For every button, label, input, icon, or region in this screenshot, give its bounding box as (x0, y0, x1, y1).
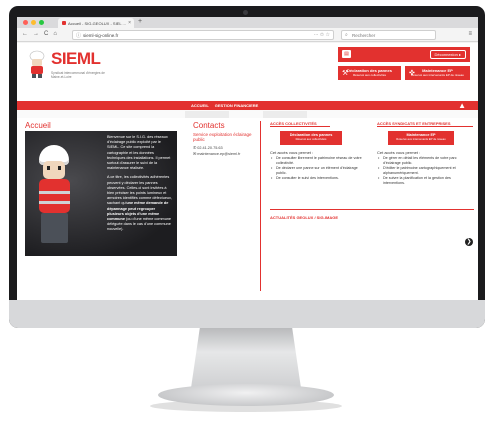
monitor-camera (243, 10, 248, 15)
contacts-phone[interactable]: 02.41.20.75.63 (197, 146, 222, 150)
header-maintenance-button[interactable]: ✜ Maintenance EP Réservé aux intervenant… (405, 66, 470, 80)
mockup-stage: Accueil - SIG-GEOLUX - SIEL ... × + ← → … (0, 0, 492, 427)
accueil-paragraph-2: A ce titre, les collectivités adhérentes… (107, 175, 173, 232)
contacts-subtitle: Service exploitation éclairage public (193, 132, 252, 142)
reflective-stripe (39, 201, 70, 204)
site-header: SIEML Syndicat intercommunal d'énergies … (17, 43, 478, 101)
list-item: De suivre la planification et la gestion… (377, 176, 473, 186)
maintenance-ep-button[interactable]: Maintenance EP Réservé aux intervenants … (388, 131, 454, 145)
syndicats-intro: Cet accès vous permet : (377, 150, 421, 155)
contacts-email-row: ✉ maintenance.ep@sieml.fr (193, 151, 240, 156)
home-icon[interactable]: ⌂ (53, 31, 57, 37)
maintenance-ep-sub: Réservé aux intervenants EP de réseau (396, 137, 446, 141)
list-item: De déclarer une panne sur un élément d'é… (270, 166, 366, 176)
browser-tab-strip: Accueil - SIG-GEOLUX - SIEL ... × + (17, 17, 478, 28)
forward-icon[interactable]: → (33, 31, 39, 37)
monitor-stand-neck (191, 328, 301, 388)
column-divider (260, 121, 261, 291)
user-bar: ▤ Déconnexion ▸ (338, 47, 470, 62)
sub-nav-strip (17, 110, 478, 118)
maximize-window-dot[interactable] (39, 20, 44, 25)
collectivites-intro: Cet accès vous permet : (270, 150, 314, 155)
contacts-phone-row: ✆ 02.41.20.75.63 (193, 145, 223, 150)
logout-button[interactable]: Déconnexion ▸ (429, 50, 466, 59)
logo-title[interactable]: SIEML (51, 49, 101, 69)
accueil-panel: Bienvenue sur le S.I.G. des réseaux d'éc… (25, 131, 177, 256)
face-shape (43, 161, 65, 179)
main-nav: ACCUEIL GESTION FINANCIERE ▲ (17, 101, 478, 110)
collectivites-list: De consulter librement le patrimoine rés… (270, 156, 366, 181)
close-window-dot[interactable] (23, 20, 28, 25)
back-icon[interactable]: ← (22, 31, 28, 37)
syndicats-list: De gérer en détail les éléments de votre… (377, 156, 473, 186)
contacts-title: Contacts (193, 121, 225, 130)
reload-icon[interactable]: C (44, 31, 48, 37)
nav-item-gestion-financiere[interactable]: GESTION FINANCIERE (215, 103, 259, 108)
browser-tab-title: Accueil - SIG-GEOLUX - SIEL ... (68, 21, 126, 26)
search-icon: ⌕ (345, 32, 348, 38)
chevron-up-icon[interactable]: ▲ (458, 101, 466, 110)
wrench-icon: ✜ (409, 70, 415, 77)
legs-shape (41, 213, 68, 243)
list-item: D'éditer le patrimoine cartographiquemen… (377, 166, 473, 176)
list-item: De consulter le suivi des interventions. (270, 176, 366, 181)
new-tab-button[interactable]: + (138, 18, 142, 25)
address-bar[interactable]: ⓘ sieml-sig-online.fr ··· ✩ ☆ (72, 30, 334, 40)
close-tab-icon[interactable]: × (128, 20, 131, 26)
window-controls (23, 20, 44, 25)
carousel-next-button[interactable]: ❯ (465, 238, 473, 246)
page-content: Accueil Bienvenue sur le S.I.G. des rése… (17, 118, 478, 300)
torso-shape (39, 179, 70, 213)
browser-toolbar: ← → C ⌂ ⓘ sieml-sig-online.fr ··· ✩ ☆ ⌕ … (17, 28, 478, 42)
collectivites-underline (270, 126, 330, 127)
main-nav-items: ACCUEIL GESTION FINANCIERE (191, 103, 258, 108)
monitor-chin (9, 300, 485, 328)
favicon-icon (62, 21, 66, 25)
nav-item-accueil[interactable]: ACCUEIL (191, 103, 209, 108)
sub-nav-tab[interactable] (185, 111, 229, 118)
hamburger-menu-icon[interactable]: ≡ (468, 31, 472, 37)
search-placeholder: Rechercher (352, 33, 376, 38)
list-item: De gérer en détail les éléments de votre… (377, 156, 473, 166)
contacts-email[interactable]: maintenance.ep@sieml.fr (197, 152, 240, 156)
actualites-title: ACTUALITÉS GEOLUX / SIG-IMAGE (270, 215, 339, 220)
tool-icon: ⚒ (342, 70, 349, 77)
accueil-text: Bienvenue sur le S.I.G. des réseaux d'éc… (107, 135, 173, 233)
screen: Accueil - SIG-GEOLUX - SIEL ... × + ← → … (17, 17, 478, 300)
declaration-pannes-sub: Réservé aux collectivités (295, 137, 327, 141)
eyes-shape (47, 166, 61, 170)
declaration-pannes-button[interactable]: Déclaration des pannes Réservé aux colle… (280, 131, 342, 145)
address-bar-url: sieml-sig-online.fr (83, 33, 119, 38)
page-actions-icons[interactable]: ··· ✩ ☆ (314, 32, 330, 38)
header-declaration-button[interactable]: ⚒ Déclaration des pannes Réservé aux col… (338, 66, 401, 80)
browser-nav: ← → C ⌂ (22, 31, 57, 37)
accueil-title: Accueil (25, 121, 51, 130)
sub-nav-tab[interactable] (263, 111, 307, 118)
browser-tab[interactable]: Accueil - SIG-GEOLUX - SIEL ... × (58, 18, 134, 28)
mascot-logo-icon (29, 50, 45, 78)
info-icon: ⓘ (76, 33, 82, 39)
logo-subtitle: Syndicat intercommunal d'énergies de Mai… (51, 71, 105, 79)
id-card-icon: ▤ (342, 50, 351, 58)
reflective-stripe (39, 191, 70, 194)
actualites-separator (270, 209, 474, 210)
accueil-paragraph-1: Bienvenue sur le S.I.G. des réseaux d'éc… (107, 135, 171, 171)
minimize-window-dot[interactable] (31, 20, 36, 25)
list-item: De consulter librement le patrimoine rés… (270, 156, 366, 166)
browser-search-input[interactable]: ⌕ Rechercher (341, 30, 436, 40)
syndicats-underline (377, 126, 473, 127)
monitor-stand-base (158, 384, 334, 406)
